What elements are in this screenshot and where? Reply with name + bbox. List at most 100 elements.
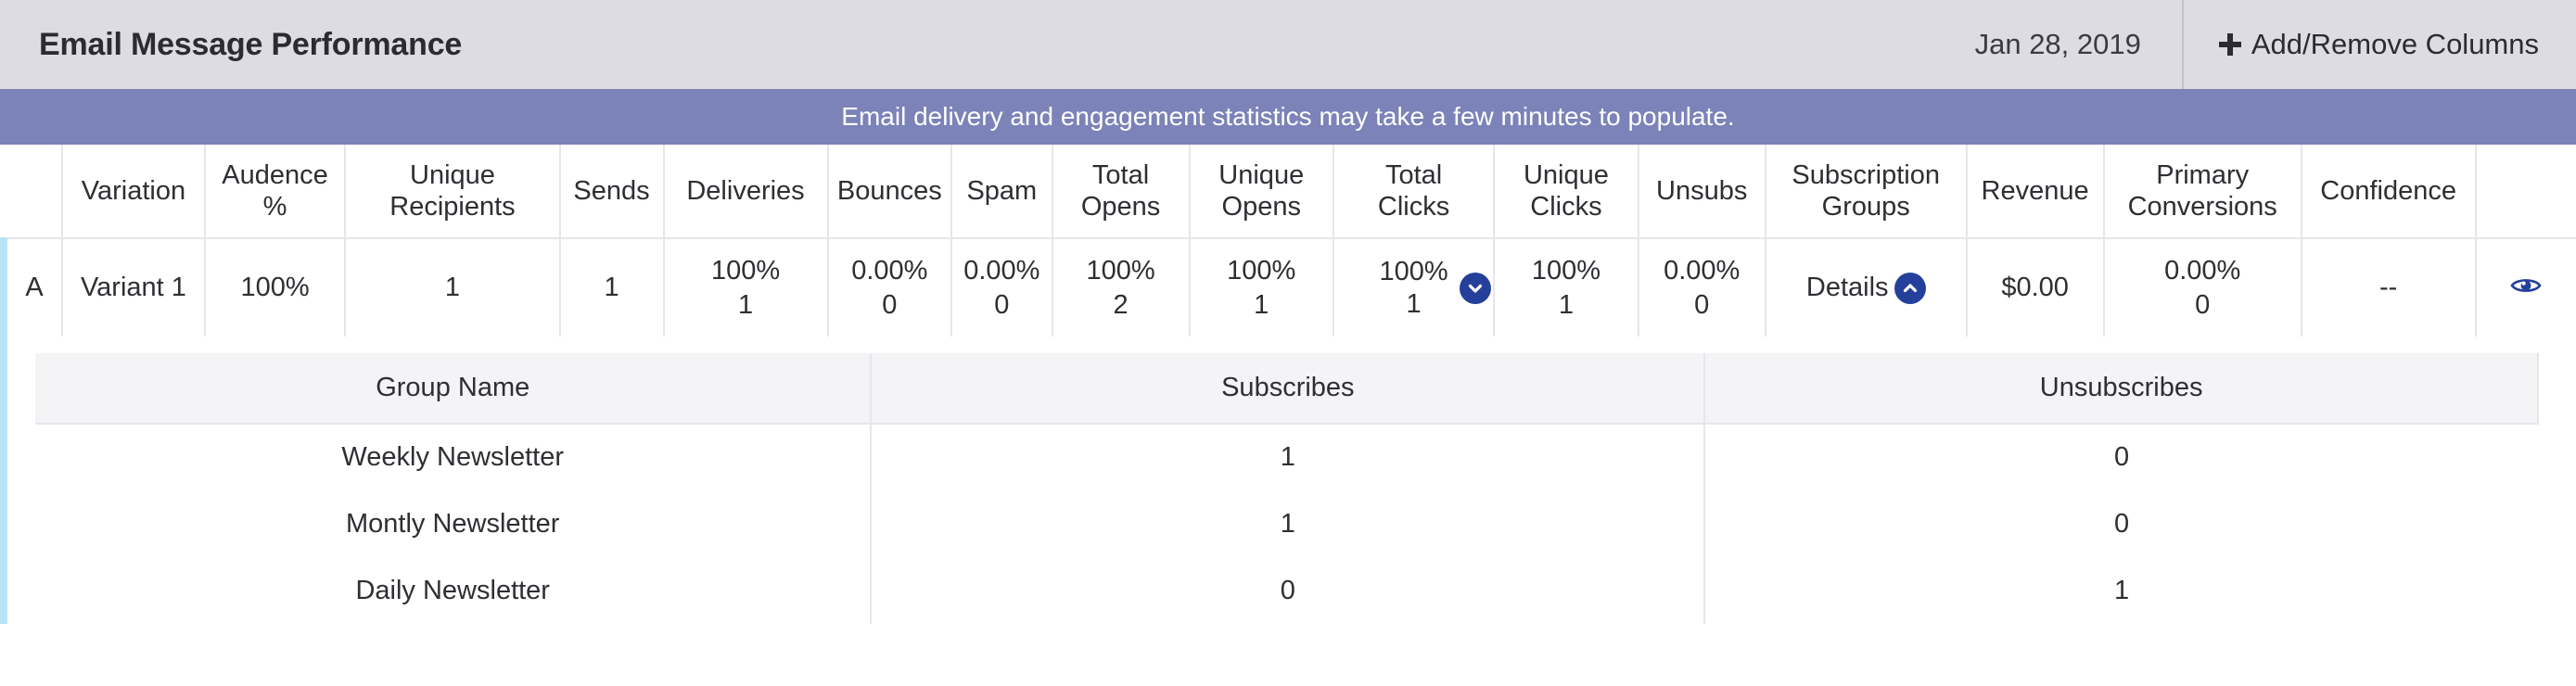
group-name: Daily Newsletter bbox=[35, 557, 871, 624]
cell-unique-clicks-count: 1 bbox=[1559, 288, 1574, 322]
column-header-unique-clicks: Unique Clicks bbox=[1494, 145, 1638, 238]
column-header-audience-pct-line2: % bbox=[263, 192, 287, 222]
column-header-unsubs: Unsubs bbox=[1639, 145, 1766, 238]
subscription-groups-detail-row: Group Name Subscribes Unsubscribes Weekl… bbox=[4, 337, 2576, 624]
cell-unsubs-count: 0 bbox=[1694, 288, 1709, 322]
column-header-subscription-groups-line2: Groups bbox=[1822, 192, 1910, 222]
column-header-total-opens: Total Opens bbox=[1052, 145, 1190, 238]
column-header-primary-conversions: Primary Conversions bbox=[2104, 145, 2302, 238]
list-item: Weekly Newsletter 1 0 bbox=[35, 424, 2538, 490]
column-header-spam: Spam bbox=[951, 145, 1052, 238]
stats-delay-banner-message: Email delivery and engagement statistics… bbox=[841, 102, 1734, 132]
cell-unique-opens-count: 1 bbox=[1254, 288, 1269, 322]
cell-total-clicks-pct: 100% bbox=[1380, 256, 1448, 288]
cell-total-clicks-count: 1 bbox=[1407, 288, 1422, 321]
column-header-unique-recipients-line1: Unique bbox=[410, 160, 495, 190]
group-subscribes: 1 bbox=[871, 490, 1704, 557]
cell-preview-action[interactable] bbox=[2476, 238, 2576, 337]
cell-total-opens-count: 2 bbox=[1113, 288, 1128, 322]
group-subscribes: 1 bbox=[871, 424, 1704, 490]
cell-revenue: $0.00 bbox=[1967, 238, 2104, 337]
cell-deliveries: 100% 1 bbox=[664, 238, 828, 337]
cell-variation-letter: A bbox=[4, 238, 62, 337]
cell-total-opens-pct: 100% bbox=[1086, 254, 1154, 287]
group-column-header-name: Group Name bbox=[35, 353, 871, 424]
column-header-primary-conversions-line2: Conversions bbox=[2128, 192, 2277, 222]
report-date: Jan 28, 2019 bbox=[1934, 0, 2182, 89]
chevron-down-icon[interactable] bbox=[1460, 273, 1491, 304]
column-header-unique-opens-line1: Unique bbox=[1218, 160, 1304, 190]
page-header: Email Message Performance Jan 28, 2019 A… bbox=[0, 0, 2576, 89]
column-header-deliveries: Deliveries bbox=[664, 145, 828, 238]
cell-spam-pct: 0.00% bbox=[963, 254, 1039, 287]
cell-unique-clicks: 100% 1 bbox=[1494, 238, 1638, 337]
subscription-groups-details-label: Details bbox=[1806, 272, 1889, 304]
cell-variation-name: Variant 1 bbox=[62, 238, 205, 337]
list-item: Montly Newsletter 1 0 bbox=[35, 490, 2538, 557]
column-header-sends: Sends bbox=[560, 145, 664, 238]
cell-deliveries-count: 1 bbox=[738, 288, 753, 322]
column-header-unique-clicks-line2: Clicks bbox=[1530, 192, 1601, 222]
cell-primary-conversions-pct: 0.00% bbox=[2164, 254, 2240, 287]
column-header-total-clicks: Total Clicks bbox=[1333, 145, 1494, 238]
cell-unsubs: 0.00% 0 bbox=[1639, 238, 1766, 337]
column-header-total-opens-line1: Total bbox=[1092, 160, 1149, 190]
cell-unique-opens-pct: 100% bbox=[1227, 254, 1295, 287]
cell-total-clicks: 100% 1 bbox=[1333, 238, 1494, 337]
column-header-unique-opens: Unique Opens bbox=[1190, 145, 1333, 238]
column-header-unique-recipients-line2: Recipients bbox=[389, 192, 515, 222]
plus-icon bbox=[2219, 33, 2241, 56]
subscription-groups-header-row: Group Name Subscribes Unsubscribes bbox=[35, 353, 2538, 424]
column-header-confidence: Confidence bbox=[2302, 145, 2476, 238]
column-header-total-clicks-line2: Clicks bbox=[1378, 192, 1449, 222]
cell-spam-count: 0 bbox=[994, 288, 1009, 322]
performance-table-header-row: Variation Audence % Unique Recipients Se… bbox=[4, 145, 2576, 238]
column-header-actions bbox=[2476, 145, 2576, 238]
group-name: Montly Newsletter bbox=[35, 490, 871, 557]
column-header-unique-opens-line2: Opens bbox=[1222, 192, 1301, 222]
column-header-audience-pct-line1: Audence bbox=[222, 160, 328, 190]
cell-confidence: -- bbox=[2302, 238, 2476, 337]
subscription-groups-detail-panel: Group Name Subscribes Unsubscribes Weekl… bbox=[7, 337, 2576, 624]
subscription-groups-detail-cell: Group Name Subscribes Unsubscribes Weekl… bbox=[4, 337, 2576, 624]
cell-unique-opens: 100% 1 bbox=[1190, 238, 1333, 337]
cell-subscription-groups[interactable]: Details bbox=[1766, 238, 1967, 337]
cell-unique-clicks-pct: 100% bbox=[1532, 254, 1600, 287]
performance-table: Variation Audence % Unique Recipients Se… bbox=[0, 145, 2576, 624]
eye-icon[interactable] bbox=[2510, 272, 2542, 304]
cell-bounces: 0.00% 0 bbox=[828, 238, 952, 337]
chevron-up-icon[interactable] bbox=[1894, 273, 1926, 304]
add-remove-columns-button[interactable]: Add/Remove Columns bbox=[2182, 0, 2576, 89]
add-remove-columns-label: Add/Remove Columns bbox=[2251, 28, 2539, 61]
column-header-letter bbox=[4, 145, 62, 238]
cell-unique-recipients: 1 bbox=[345, 238, 559, 337]
cell-deliveries-pct: 100% bbox=[711, 254, 780, 287]
cell-audience-pct: 100% bbox=[205, 238, 346, 337]
column-header-total-opens-line2: Opens bbox=[1081, 192, 1160, 222]
column-header-primary-conversions-line1: Primary bbox=[2156, 160, 2249, 190]
group-unsubscribes: 1 bbox=[1704, 557, 2538, 624]
performance-table-wrap: Variation Audence % Unique Recipients Se… bbox=[0, 145, 2576, 624]
cell-primary-conversions: 0.00% 0 bbox=[2104, 238, 2302, 337]
cell-unsubs-pct: 0.00% bbox=[1664, 254, 1740, 287]
column-header-subscription-groups: Subscription Groups bbox=[1766, 145, 1967, 238]
group-subscribes: 0 bbox=[871, 557, 1704, 624]
table-row: A Variant 1 100% 1 1 100% 1 0.00% 0 0.00… bbox=[4, 238, 2576, 337]
subscription-groups-details-toggle[interactable]: Details bbox=[1806, 272, 1926, 304]
column-header-subscription-groups-line1: Subscription bbox=[1792, 160, 1940, 190]
column-header-bounces: Bounces bbox=[828, 145, 952, 238]
column-header-total-clicks-line1: Total bbox=[1385, 160, 1442, 190]
column-header-unique-recipients: Unique Recipients bbox=[345, 145, 559, 238]
cell-bounces-count: 0 bbox=[882, 288, 897, 322]
cell-spam: 0.00% 0 bbox=[951, 238, 1052, 337]
cell-total-opens: 100% 2 bbox=[1052, 238, 1190, 337]
group-unsubscribes: 0 bbox=[1704, 424, 2538, 490]
page-title: Email Message Performance bbox=[0, 0, 1934, 89]
cell-primary-conversions-count: 0 bbox=[2195, 288, 2210, 322]
column-header-variation: Variation bbox=[62, 145, 205, 238]
group-column-header-subscribes: Subscribes bbox=[871, 353, 1704, 424]
cell-bounces-pct: 0.00% bbox=[851, 254, 927, 287]
group-column-header-unsubscribes: Unsubscribes bbox=[1704, 353, 2538, 424]
group-unsubscribes: 0 bbox=[1704, 490, 2538, 557]
subscription-groups-table: Group Name Subscribes Unsubscribes Weekl… bbox=[35, 353, 2539, 624]
